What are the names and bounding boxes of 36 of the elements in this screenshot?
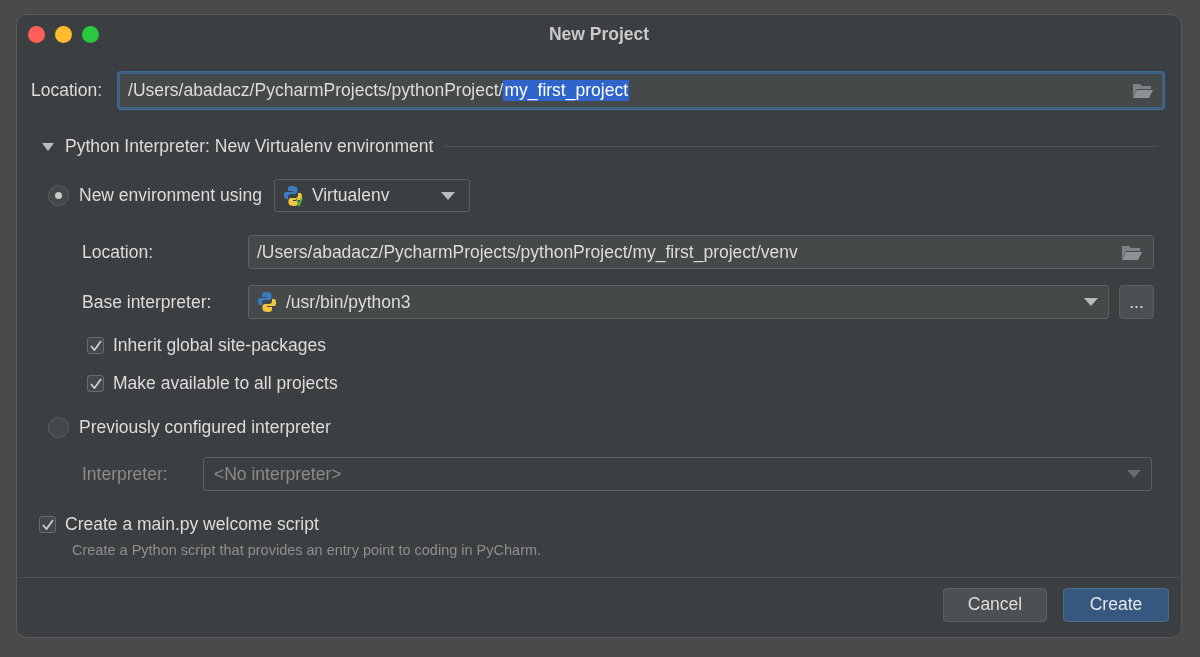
checkbox-label: Inherit global site-packages xyxy=(113,335,327,356)
close-button[interactable] xyxy=(28,25,45,43)
python-icon xyxy=(257,291,278,313)
radio-button[interactable] xyxy=(48,185,69,206)
field-label: Location: xyxy=(31,80,103,101)
checkbox[interactable] xyxy=(87,375,104,392)
window-title: New Project xyxy=(548,23,650,44)
location-field[interactable]: /Users/abadacz/PycharmProjects/pythonProject/my_first_project xyxy=(118,72,1164,109)
checkbox-label: Make available to all projects xyxy=(113,373,338,394)
checkbox[interactable] xyxy=(87,337,104,354)
virtualenv-python-icon xyxy=(282,184,304,207)
minimize-button[interactable] xyxy=(55,25,72,43)
create-button[interactable]: Create xyxy=(1063,587,1169,622)
checkbox-label: Create a main.py welcome script xyxy=(65,514,319,535)
dropdown-arrow-icon xyxy=(1084,298,1098,306)
checkbox[interactable] xyxy=(39,516,56,533)
radio-label: New environment using xyxy=(79,185,262,206)
radio-button[interactable] xyxy=(48,417,69,438)
dropdown-arrow-icon xyxy=(1127,470,1141,478)
venv-location-field[interactable]: /Users/abadacz/PycharmProjects/pythonProject/my_first_project/venv xyxy=(248,235,1154,269)
field-label: Base interpreter: xyxy=(82,291,213,313)
cancel-button[interactable]: Cancel xyxy=(943,587,1047,622)
environment-dropdown[interactable]: Virtualenv xyxy=(273,179,471,212)
zoom-button[interactable] xyxy=(82,25,99,43)
dropdown-arrow-icon xyxy=(441,191,456,200)
expanded-triangle-icon[interactable] xyxy=(42,142,54,151)
folder-icon[interactable] xyxy=(1132,82,1154,99)
description-text: Create a Python script that provides an entry point to coding in PyCharm. xyxy=(72,542,543,558)
folder-icon[interactable] xyxy=(1121,243,1143,261)
base-interpreter-dropdown[interactable]: /usr/bin/python3 xyxy=(248,285,1109,319)
selected-text: my_first_project xyxy=(503,80,629,101)
browse-button[interactable]: ... xyxy=(1119,285,1154,319)
field-label: Location: xyxy=(82,241,155,263)
field-label: Interpreter: xyxy=(82,463,169,485)
section-title[interactable]: Python Interpreter: New Virtualenv environment xyxy=(65,136,434,157)
radio-label: Previously configured interpreter xyxy=(79,417,331,438)
